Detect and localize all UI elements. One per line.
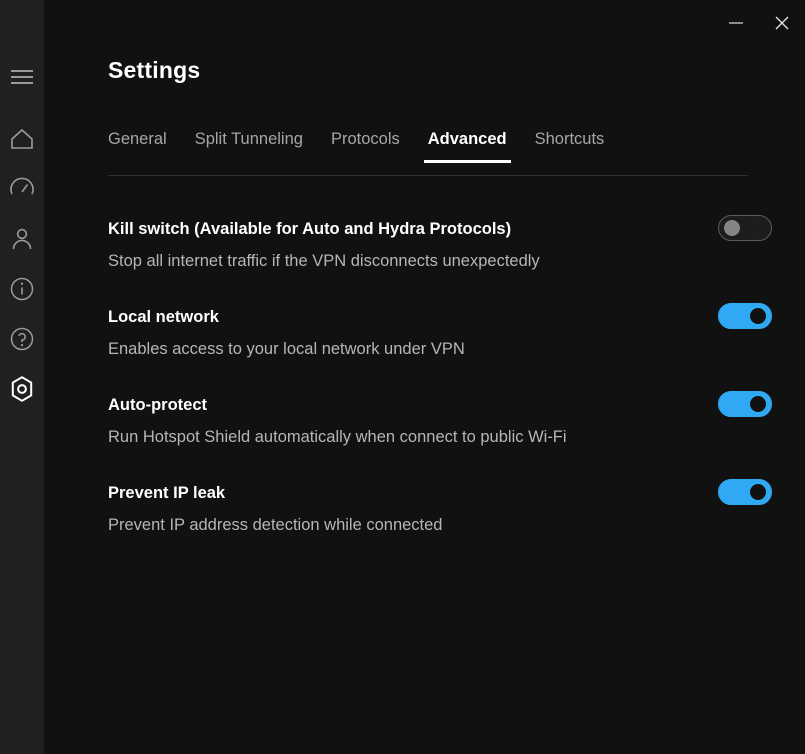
setting-title: Kill switch (Available for Auto and Hydr… (108, 220, 512, 238)
tab-shortcuts[interactable]: Shortcuts (535, 130, 605, 163)
toggle-knob (750, 308, 766, 324)
tab-advanced[interactable]: Advanced (423, 130, 511, 163)
setting-description: Run Hotspot Shield automatically when co… (108, 428, 567, 446)
person-icon (9, 226, 35, 252)
tab-protocols[interactable]: Protocols (331, 130, 400, 163)
setting-row: Auto-protect Run Hotspot Shield automatic… (108, 379, 782, 467)
setting-row: Prevent IP leak Prevent IP address detect… (108, 467, 782, 555)
minimize-button[interactable] (713, 0, 759, 46)
tab-general[interactable]: General (108, 130, 167, 163)
sidebar-item-home[interactable] (0, 114, 44, 164)
sidebar (0, 0, 44, 754)
setting-description: Stop all internet traffic if the VPN dis… (108, 252, 540, 270)
setting-toggle[interactable] (718, 479, 772, 505)
info-circle-icon (9, 276, 35, 302)
close-button[interactable] (759, 0, 805, 46)
settings-list: Kill switch (Available for Auto and Hydr… (108, 203, 782, 555)
setting-toggle[interactable] (718, 391, 772, 417)
setting-row: Kill switch (Available for Auto and Hydr… (108, 203, 782, 291)
window-controls (713, 0, 805, 46)
sidebar-item-menu[interactable] (0, 52, 44, 102)
setting-toggle[interactable] (718, 303, 772, 329)
hamburger-icon (10, 69, 34, 85)
page-title: Settings (108, 57, 201, 83)
sidebar-item-speed[interactable] (0, 164, 44, 214)
main-content: Settings General Split Tunneling Protocols… (44, 0, 805, 754)
home-icon (9, 127, 35, 151)
setting-title: Auto-protect (108, 396, 207, 414)
setting-title: Prevent IP leak (108, 484, 226, 502)
setting-toggle[interactable] (718, 215, 772, 241)
toggle-knob (750, 484, 766, 500)
tab-split-tunneling[interactable]: Split Tunneling (195, 130, 303, 163)
settings-window: Settings General Split Tunneling Protocols… (0, 0, 805, 754)
sidebar-item-settings[interactable] (0, 364, 44, 414)
question-circle-icon (9, 326, 35, 352)
gear-hexagon-icon (8, 375, 36, 403)
toggle-knob (750, 396, 766, 412)
sidebar-item-help[interactable] (0, 314, 44, 364)
setting-description: Prevent IP address detection while conne… (108, 516, 443, 534)
setting-title: Local network (108, 308, 219, 326)
sidebar-item-info[interactable] (0, 264, 44, 314)
toggle-knob (724, 220, 740, 236)
speedometer-icon (9, 176, 35, 202)
tab-divider (108, 175, 748, 176)
setting-row: Local network Enables access to your loca… (108, 291, 782, 379)
tab-bar: General Split Tunneling Protocols Advanced S… (108, 130, 748, 163)
sidebar-item-account[interactable] (0, 214, 44, 264)
setting-description: Enables access to your local network und… (108, 340, 465, 358)
